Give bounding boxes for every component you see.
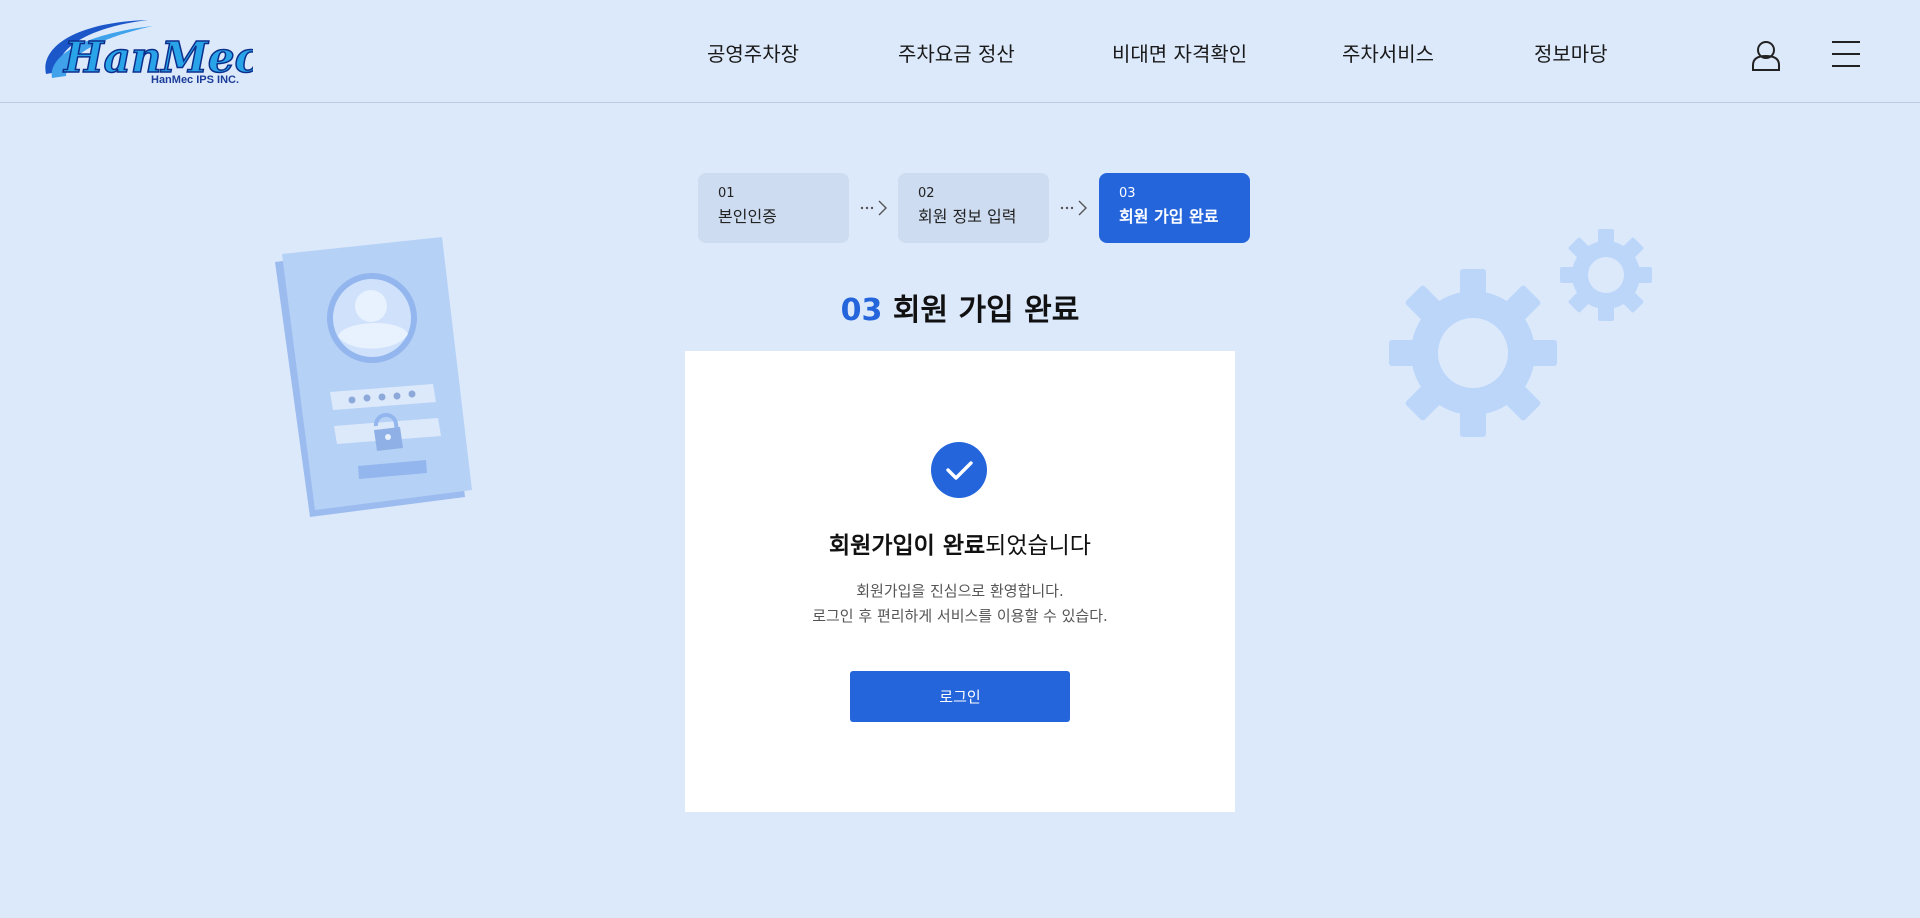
completion-description: 회원가입을 진심으로 환영합니다. 로그인 후 편리하게 서비스를 이용할 수 … (685, 579, 1235, 629)
completion-card: 회원가입이 완료되었습니다 회원가입을 진심으로 환영합니다. 로그인 후 편리… (685, 351, 1235, 812)
step-label: 회원 정보 입력 (918, 207, 1017, 226)
page-title-number: 03 (840, 293, 883, 328)
main-nav: 공영주차장 주차요금 정산 비대면 자격확인 주차서비스 정보마당 (0, 0, 1920, 103)
step-number: 01 (718, 186, 735, 201)
id-card-illustration (275, 237, 472, 517)
step-label: 회원 가입 완료 (1119, 207, 1219, 226)
check-circle-icon (931, 442, 987, 498)
step-arrow-icon (1060, 200, 1087, 216)
nav-item-eligibility-check[interactable]: 비대면 자격확인 (1112, 38, 1247, 67)
nav-item-public-parking[interactable]: 공영주차장 (707, 38, 799, 67)
hamburger-menu-icon[interactable] (1832, 40, 1860, 68)
completion-title-bold: 회원가입이 완료 (829, 533, 986, 559)
step-arrow-icon (860, 200, 887, 216)
step-label: 본인인증 (718, 207, 777, 226)
completion-desc-line2: 로그인 후 편리하게 서비스를 이용할 수 있습다. (812, 607, 1108, 625)
completion-title-rest: 되었습니다 (985, 533, 1091, 559)
nav-item-parking-service[interactable]: 주차서비스 (1342, 38, 1434, 67)
site-header: HanMec HanMec IPS INC. 공영주차장 주차요금 정산 비대면… (0, 0, 1920, 103)
step-3: 03 회원 가입 완료 (1099, 173, 1250, 243)
completion-title: 회원가입이 완료되었습니다 (685, 526, 1235, 560)
nav-item-info[interactable]: 정보마당 (1534, 38, 1608, 67)
step-number: 02 (918, 186, 935, 201)
page-title: 03 회원 가입 완료 (0, 285, 1920, 329)
page-title-text: 회원 가입 완료 (892, 293, 1080, 328)
step-number: 03 (1119, 186, 1136, 201)
step-1: 01 본인인증 (698, 173, 849, 243)
step-2: 02 회원 정보 입력 (898, 173, 1049, 243)
gears-illustration (1389, 229, 1652, 437)
completion-desc-line1: 회원가입을 진심으로 환영합니다. (856, 582, 1064, 600)
nav-item-parking-fee[interactable]: 주차요금 정산 (898, 38, 1015, 67)
user-icon[interactable] (1750, 38, 1782, 72)
login-button[interactable]: 로그인 (850, 671, 1070, 722)
